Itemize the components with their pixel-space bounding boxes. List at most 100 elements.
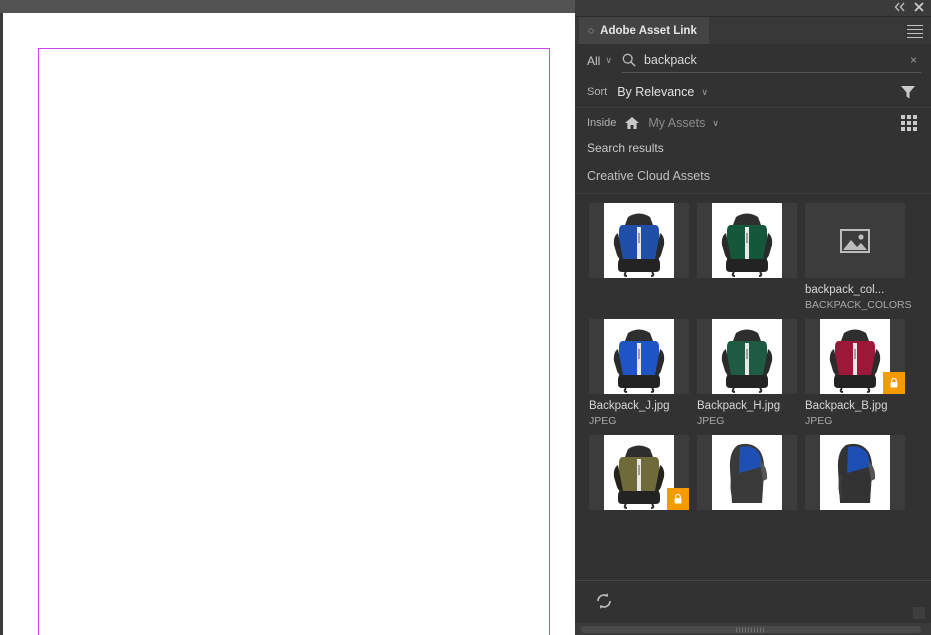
asset-thumbnail[interactable] [805, 435, 905, 510]
asset-image [712, 319, 782, 394]
panel-tab-label: Adobe Asset Link [600, 24, 697, 37]
hamburger-line [907, 33, 923, 34]
grid-dot [913, 115, 917, 119]
asset-thumbnail[interactable] [589, 203, 689, 278]
sort-label: Sort [587, 86, 608, 98]
scrollbar-grip [736, 627, 766, 632]
asset-card[interactable]: backpack_col... BACKPACK_COLORS [805, 203, 912, 311]
asset-name: Backpack_B.jpg [805, 400, 888, 412]
hamburger-line [907, 25, 923, 26]
grid-dot [907, 115, 911, 119]
asset-thumbnail[interactable] [805, 319, 905, 394]
backpack-thumbnail-image [604, 203, 674, 278]
asset-thumbnail[interactable] [589, 319, 689, 394]
asset-name: Backpack_J.jpg [589, 400, 670, 412]
document-canvas-area[interactable] [0, 0, 575, 635]
sort-value[interactable]: By Relevance [617, 85, 694, 99]
lock-icon [890, 377, 898, 388]
canvas-top-margin [0, 0, 575, 13]
asset-thumbnail[interactable] [805, 203, 905, 278]
asset-type: BACKPACK_COLORS [805, 299, 912, 311]
asset-image [604, 435, 674, 510]
search-scope-chevron-down-icon[interactable]: ∨ [605, 56, 612, 65]
search-row: All ∨ × [575, 44, 931, 77]
grid-dot [907, 121, 911, 125]
search-input[interactable] [643, 53, 906, 67]
scrollbar-thumb[interactable] [581, 626, 921, 633]
asset-image [820, 435, 890, 510]
collapse-panel-icon[interactable] [893, 2, 907, 14]
asset-card[interactable]: Backpack_H.jpg JPEG [697, 319, 797, 427]
breadcrumb-label[interactable]: Creative Cloud Assets [587, 169, 710, 183]
backpack-thumbnail-image [604, 435, 674, 510]
asset-name: backpack_col... [805, 284, 885, 296]
grid-dot [907, 127, 911, 131]
lock-icon [674, 493, 682, 504]
grid-dot [901, 115, 905, 119]
locked-badge [667, 488, 689, 510]
close-panel-icon[interactable] [912, 2, 926, 14]
breadcrumb: Creative Cloud Assets [575, 161, 931, 194]
asset-card[interactable]: Backpack_J.jpg JPEG [589, 319, 689, 427]
refresh-button[interactable] [594, 591, 614, 611]
asset-thumbnail[interactable] [589, 435, 689, 510]
artboard-outline [38, 48, 550, 635]
asset-image [712, 435, 782, 510]
asset-image [604, 203, 674, 278]
backpack-thumbnail-image [820, 435, 890, 510]
asset-thumbnail[interactable] [697, 435, 797, 510]
asset-name: Backpack_H.jpg [697, 400, 781, 412]
filter-button[interactable] [897, 82, 919, 102]
document-page[interactable] [3, 13, 575, 635]
grid-dot [901, 121, 905, 125]
grid-view-icon[interactable] [899, 113, 919, 133]
asset-thumbnail[interactable] [697, 319, 797, 394]
asset-card[interactable] [697, 203, 797, 311]
asset-card[interactable] [697, 435, 797, 519]
search-field[interactable]: × [621, 48, 921, 73]
inside-label: Inside [587, 117, 617, 129]
asset-grid[interactable]: backpack_col... BACKPACK_COLORS Backpack_J… [575, 194, 931, 545]
grid-dot [901, 127, 905, 131]
double-chevron-left-icon [894, 2, 905, 12]
panel-body: All ∨ × Sort By Relevance ∨ [575, 44, 931, 635]
backpack-thumbnail-image [712, 435, 782, 510]
search-scope-label[interactable]: All [587, 54, 600, 68]
asset-card[interactable] [589, 203, 689, 311]
asset-thumbnail[interactable] [697, 203, 797, 278]
resize-grip-icon[interactable] [913, 607, 925, 619]
sort-chevron-down-icon[interactable]: ∨ [701, 87, 708, 97]
image-placeholder-icon [840, 228, 870, 253]
asset-card[interactable]: Backpack_B.jpg JPEG [805, 319, 905, 427]
asset-card[interactable] [589, 435, 689, 519]
hamburger-line [907, 37, 923, 38]
application-window: ◇ Adobe Asset Link All ∨ backpack × Sort… [0, 0, 931, 635]
clear-search-icon[interactable]: × [906, 53, 921, 67]
grid-dot [913, 127, 917, 131]
inside-folder-value[interactable]: My Assets [648, 116, 705, 130]
backpack-thumbnail-image [712, 203, 782, 278]
tab-adobe-asset-link[interactable]: ◇ Adobe Asset Link [579, 17, 709, 44]
inside-row: Inside My Assets ∨ [575, 108, 931, 138]
hamburger-menu-icon[interactable] [907, 22, 923, 38]
home-icon[interactable] [624, 116, 640, 130]
horizontal-scrollbar[interactable] [575, 623, 931, 635]
refresh-sync-icon [597, 593, 611, 609]
funnel-filter-icon [901, 86, 915, 99]
search-results-label: Search results [587, 141, 664, 155]
sort-row: Sort By Relevance ∨ [575, 77, 931, 108]
backpack-thumbnail-image [604, 319, 674, 394]
asset-type: JPEG [697, 415, 725, 427]
asset-image [712, 203, 782, 278]
asset-image [820, 319, 890, 394]
close-x-icon [914, 2, 924, 12]
asset-card[interactable] [805, 435, 905, 519]
asset-type: JPEG [805, 415, 833, 427]
locked-badge [883, 372, 905, 394]
asset-type: JPEG [589, 415, 617, 427]
inside-chevron-down-icon[interactable]: ∨ [712, 118, 719, 128]
grid-dot [913, 121, 917, 125]
hamburger-line [907, 29, 923, 30]
search-results-header: Search results [575, 138, 931, 161]
panel-titlebar [575, 0, 931, 17]
